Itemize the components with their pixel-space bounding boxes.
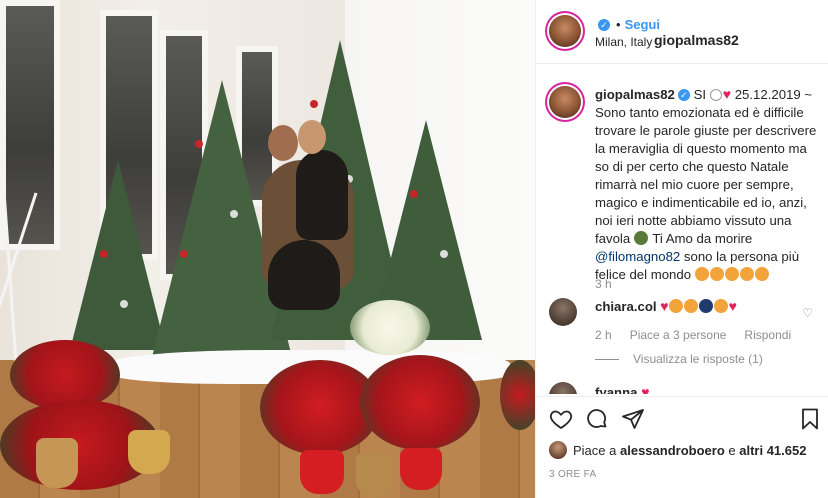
- likes-summary[interactable]: Piace a alessandroboero e altri 41.652: [549, 441, 806, 459]
- comment-username[interactable]: chiara.col: [595, 299, 657, 314]
- photo-white-roses: [350, 300, 430, 355]
- caption-si: SI: [693, 87, 707, 102]
- caption-love: Ti Amo da morire: [652, 231, 753, 246]
- heart-eyes-emoji-icon: [713, 299, 728, 313]
- heart-eyes-emoji-icon: [754, 267, 769, 281]
- photo-person: [296, 150, 348, 240]
- heart-emoji-icon: ♥: [728, 298, 737, 314]
- separator-dot: •: [616, 17, 621, 32]
- photo-ornament: [310, 100, 318, 108]
- heart-eyes-emoji-icon: [724, 267, 739, 281]
- post-panel: giopalmas82 ✓ • Segui Milan, Italy giopalma…: [535, 0, 828, 498]
- dancer-emoji-icon: [698, 299, 713, 313]
- caption-date: 25.12.2019 ~: [734, 87, 813, 102]
- caption-body: Sono tanto emozionata ed è difficile tro…: [595, 105, 817, 246]
- comment-time[interactable]: 2 h: [595, 328, 612, 342]
- heart-eyes-emoji-icon: [694, 267, 709, 281]
- comment-reply-button[interactable]: Rispondi: [744, 328, 791, 342]
- photo-ornament: [120, 300, 128, 308]
- photo-ornament: [180, 250, 188, 258]
- photo-gift: [128, 430, 170, 474]
- view-replies-button[interactable]: Visualizza le risposte (1): [595, 352, 763, 366]
- likes-user[interactable]: alessandroboero: [620, 443, 725, 458]
- comment-body: chiara.col ♥ ♥: [595, 298, 795, 314]
- follow-button[interactable]: Segui: [625, 17, 660, 32]
- kiss-emoji-icon: [633, 231, 648, 245]
- caption: giopalmas82 ✓ SI ♥ 25.12.2019 ~ Sono tant…: [595, 85, 819, 284]
- location-link[interactable]: Milan, Italy: [595, 35, 652, 49]
- comment-avatar[interactable]: [549, 382, 577, 394]
- post-header: giopalmas82 ✓ • Segui Milan, Italy: [536, 0, 828, 64]
- photo-poinsettia: [360, 355, 480, 450]
- ring-icon: [709, 89, 722, 101]
- photo-ornament: [195, 140, 203, 148]
- caption-time[interactable]: 3 h: [595, 277, 612, 291]
- view-replies-label: Visualizza le risposte (1): [633, 352, 763, 366]
- likes-connector: e: [728, 443, 736, 458]
- header-username[interactable]: giopalmas82: [654, 32, 739, 48]
- post-actions: Piace a alessandroboero e altri 41.652 3…: [536, 396, 828, 498]
- photo-ornament: [440, 250, 448, 258]
- comment-likes[interactable]: Piace a 3 persone: [630, 328, 727, 342]
- photo-head: [298, 120, 326, 154]
- verified-icon: ✓: [677, 89, 690, 101]
- photo-ornament: [230, 210, 238, 218]
- heart-emoji-icon: ♥: [660, 298, 669, 314]
- post-timestamp[interactable]: 3 ORE FA: [549, 469, 596, 480]
- comment-item: chiara.col ♥ ♥ ♡ 2 h Piace a 3 persone Risp…: [549, 294, 819, 370]
- replies-line: [595, 359, 619, 360]
- photo-vase: [400, 448, 442, 490]
- heart-icon[interactable]: [549, 407, 573, 431]
- photo-lantern: [36, 438, 78, 488]
- heart-eyes-emoji-icon: [668, 299, 683, 313]
- share-icon[interactable]: [621, 407, 645, 431]
- heart-eyes-emoji-icon: [739, 267, 754, 281]
- heart-eyes-emoji-icon: [683, 299, 698, 313]
- avatar[interactable]: [549, 15, 581, 47]
- comment-item: fyanna ♥: [549, 380, 819, 394]
- photo-lantern: [356, 452, 392, 498]
- header-top-row: giopalmas82 ✓ • Segui: [595, 16, 739, 48]
- post-photo[interactable]: [0, 0, 535, 498]
- comment-body: fyanna ♥: [595, 384, 795, 394]
- verified-icon: ✓: [598, 19, 610, 31]
- photo-ornament: [100, 250, 108, 258]
- photo-vase: [300, 450, 344, 494]
- likes-prefix: Piace a: [573, 443, 617, 458]
- caption-avatar[interactable]: [549, 86, 581, 118]
- comment-meta: 2 h Piace a 3 persone Rispondi: [595, 328, 809, 342]
- photo-poinsettia: [10, 340, 120, 410]
- comments-area[interactable]: giopalmas82 ✓ SI ♥ 25.12.2019 ~ Sono tant…: [536, 72, 828, 394]
- heart-emoji-icon: ♥: [641, 384, 650, 394]
- caption-mention[interactable]: @filomagno82: [595, 249, 680, 264]
- heart-eyes-emoji-icon: [709, 267, 724, 281]
- bookmark-icon[interactable]: [798, 407, 822, 431]
- photo-ornament: [410, 190, 418, 198]
- comment-username[interactable]: fyanna: [595, 385, 638, 394]
- photo-poinsettia: [500, 360, 535, 430]
- likes-others[interactable]: altri 41.652: [739, 443, 806, 458]
- photo-person-legs: [268, 240, 340, 310]
- caption-username[interactable]: giopalmas82: [595, 87, 675, 102]
- heart-emoji-icon: ♥: [722, 86, 732, 102]
- photo-head: [268, 125, 298, 161]
- comment-avatar[interactable]: [549, 298, 577, 326]
- liker-avatar: [549, 441, 567, 459]
- comment-like-icon[interactable]: ♡: [802, 306, 813, 320]
- comment-icon[interactable]: [585, 407, 609, 431]
